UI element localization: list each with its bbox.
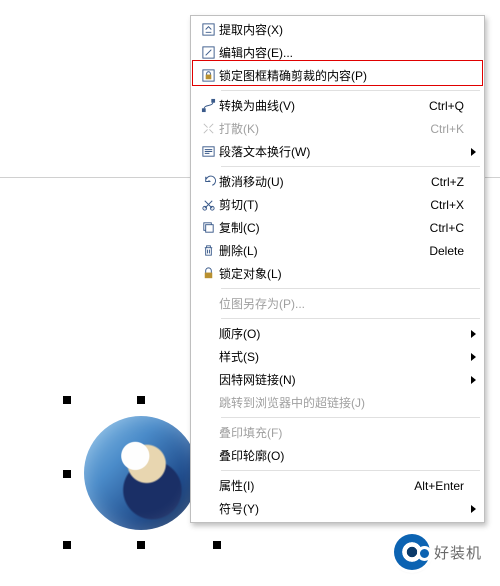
menu-label: 编辑内容(E)... [219,44,464,61]
menu-label: 复制(C) [219,219,420,236]
menu-label: 锁定对象(L) [219,265,464,282]
menu-cut[interactable]: 剪切(T) Ctrl+X [193,193,482,216]
menu-label: 符号(Y) [219,500,464,517]
extract-icon [197,22,219,37]
menu-separator [221,90,480,91]
menu-label: 删除(L) [219,242,419,259]
sel-handle-tl[interactable] [63,396,71,404]
menu-copy[interactable]: 复制(C) Ctrl+C [193,216,482,239]
menu-label: 跳转到浏览器中的超链接(J) [219,394,464,411]
menu-separator [221,166,480,167]
menu-internet-link[interactable]: 因特网链接(N) [193,368,482,391]
menu-shortcut: Ctrl+X [430,198,464,212]
menu-shortcut: Ctrl+Z [431,175,464,189]
menu-label: 叠印轮廓(O) [219,447,464,464]
submenu-arrow [471,353,476,361]
curve-icon [197,98,219,113]
menu-label: 属性(I) [219,477,404,494]
lock-crop-icon [197,68,219,83]
menu-label: 样式(S) [219,348,464,365]
submenu-arrow [471,148,476,156]
menu-label: 撤消移动(U) [219,173,421,190]
paragraph-icon [197,144,219,159]
menu-properties[interactable]: 属性(I) Alt+Enter [193,474,482,497]
menu-shortcut: Alt+Enter [414,479,464,493]
break-icon [197,121,219,136]
menu-overprint-outline[interactable]: 叠印轮廓(O) [193,444,482,467]
context-menu: 提取内容(X) 编辑内容(E)... 锁定图框精确剪裁的内容(P) 转换为曲线(… [190,15,485,523]
menu-shortcut: Ctrl+Q [429,99,464,113]
menu-label: 提取内容(X) [219,21,464,38]
menu-label: 段落文本换行(W) [219,143,464,160]
menu-separator [221,470,480,471]
sel-handle-bl[interactable] [63,541,71,549]
menu-extract-content[interactable]: 提取内容(X) [193,18,482,41]
menu-symbol[interactable]: 符号(Y) [193,497,482,520]
eye-icon [394,534,430,570]
menu-separator [221,288,480,289]
menu-paragraph-wrap[interactable]: 段落文本换行(W) [193,140,482,163]
watermark-logo: 好装机 [394,534,482,570]
menu-separator [221,417,480,418]
menu-label: 位图另存为(P)... [219,295,464,312]
menu-undo-move[interactable]: 撤消移动(U) Ctrl+Z [193,170,482,193]
sel-handle-tc[interactable] [137,396,145,404]
menu-shortcut: Ctrl+K [430,122,464,136]
menu-edit-content[interactable]: 编辑内容(E)... [193,41,482,64]
menu-jump-browser: 跳转到浏览器中的超链接(J) [193,391,482,414]
menu-separator [221,318,480,319]
menu-label: 打散(K) [219,120,420,137]
menu-label: 转换为曲线(V) [219,97,419,114]
menu-styles[interactable]: 样式(S) [193,345,482,368]
menu-label: 锁定图框精确剪裁的内容(P) [219,67,464,84]
sel-handle-bc[interactable] [137,541,145,549]
menu-label: 顺序(O) [219,325,464,342]
menu-label: 叠印填充(F) [219,424,464,441]
menu-save-bitmap-as: 位图另存为(P)... [193,292,482,315]
lock-icon [197,266,219,281]
menu-label: 因特网链接(N) [219,371,464,388]
trash-icon [197,243,219,258]
sel-handle-ml[interactable] [63,470,71,478]
menu-break: 打散(K) Ctrl+K [193,117,482,140]
undo-icon [197,174,219,189]
menu-label: 剪切(T) [219,196,420,213]
sel-handle-br[interactable] [213,541,221,549]
edit-icon [197,45,219,60]
menu-order[interactable]: 顺序(O) [193,322,482,345]
submenu-arrow [471,505,476,513]
submenu-arrow [471,376,476,384]
menu-convert-to-curve[interactable]: 转换为曲线(V) Ctrl+Q [193,94,482,117]
menu-lock-crop[interactable]: 锁定图框精确剪裁的内容(P) [193,64,482,87]
menu-shortcut: Ctrl+C [430,221,464,235]
menu-lock-object[interactable]: 锁定对象(L) [193,262,482,285]
copy-icon [197,220,219,235]
watermark-text: 好装机 [434,542,482,563]
menu-shortcut: Delete [429,244,464,258]
submenu-arrow [471,330,476,338]
cut-icon [197,197,219,212]
selected-image[interactable] [84,416,198,530]
menu-overprint-fill: 叠印填充(F) [193,421,482,444]
menu-delete[interactable]: 删除(L) Delete [193,239,482,262]
